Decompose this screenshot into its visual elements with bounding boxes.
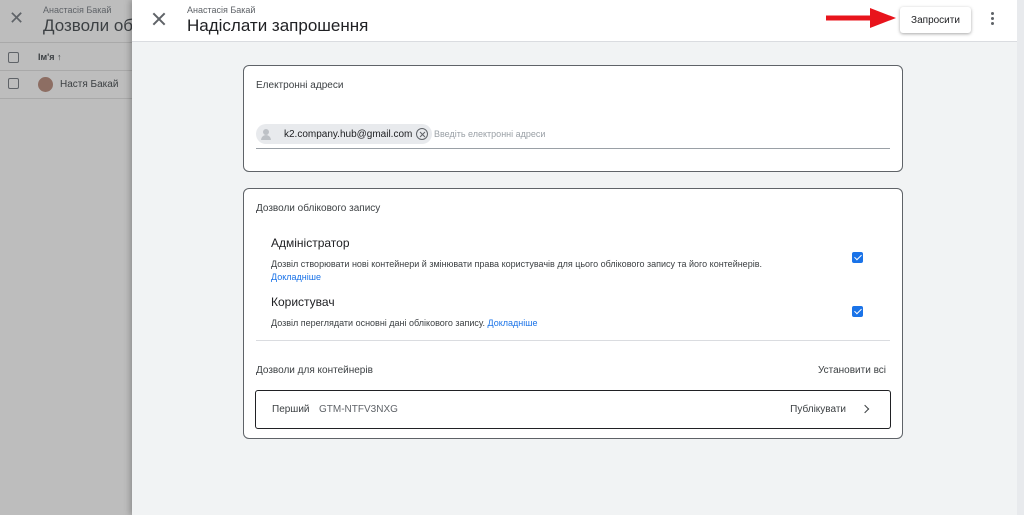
select-all-checkbox — [8, 52, 19, 63]
container-permission: Публікувати — [790, 404, 846, 415]
scrollbar[interactable] — [1017, 0, 1024, 515]
person-icon — [258, 126, 274, 142]
email-chip[interactable]: k2.company.hub@gmail.com — [256, 124, 433, 144]
container-permissions-label: Дозволи для контейнерів — [256, 365, 373, 376]
email-chip-text: k2.company.hub@gmail.com — [284, 128, 413, 140]
close-icon[interactable] — [151, 11, 167, 27]
role-title: Користувач — [271, 295, 335, 309]
user-name: Настя Бакай — [60, 79, 119, 90]
avatar — [38, 77, 53, 92]
role-description-text: Дозвіл переглядати основні дані обліково… — [271, 318, 485, 328]
role-description-text: Дозвіл створювати нові контейнери й змін… — [271, 259, 762, 269]
breadcrumb: Анастасія Бакай — [187, 5, 256, 15]
column-header-name: Ім'я ↑ — [38, 52, 62, 62]
permissions-card: Дозволи облікового запису Адміністратор … — [243, 188, 903, 439]
learn-more-link[interactable]: Докладніше — [488, 318, 538, 328]
email-input[interactable] — [434, 126, 884, 142]
red-arrow-annotation — [826, 8, 896, 28]
remove-chip-icon[interactable] — [416, 128, 429, 140]
role-description: Дозвіл переглядати основні дані обліково… — [271, 317, 781, 330]
panel-header: Анастасія Бакай Надіслати запрошення Зап… — [132, 0, 1017, 42]
page-title: Надіслати запрошення — [187, 16, 369, 35]
role-description: Дозвіл створювати нові контейнери й змін… — [271, 258, 781, 284]
row-checkbox — [8, 78, 19, 89]
background-header: ✕ Анастасія Бакай Дозволи облікового зап… — [0, 0, 254, 42]
user-checkbox[interactable] — [852, 306, 863, 317]
background-close-icon: ✕ — [9, 8, 25, 28]
learn-more-link[interactable]: Докладніше — [271, 272, 321, 282]
emails-label: Електронні адреси — [256, 80, 344, 91]
divider — [256, 340, 890, 341]
role-title: Адміністратор — [271, 236, 350, 250]
divider — [0, 42, 132, 43]
container-name: Перший — [272, 404, 310, 415]
divider — [0, 98, 132, 99]
set-all-button[interactable]: Установити всі — [818, 365, 886, 376]
role-user: Користувач Дозвіл переглядати основні да… — [271, 295, 781, 330]
container-row[interactable]: Перший GTM-NTFV3NXG Публікувати — [255, 390, 891, 429]
invite-panel: Анастасія Бакай Надіслати запрошення Зап… — [132, 0, 1024, 515]
chevron-right-icon — [860, 404, 870, 414]
account-permissions-label: Дозволи облікового запису — [256, 203, 381, 214]
divider — [0, 70, 132, 71]
background-account-name: Анастасія Бакай — [43, 5, 112, 15]
emails-card: Електронні адреси k2.company.hub@gmail.c… — [243, 65, 903, 172]
input-underline — [256, 148, 890, 149]
admin-checkbox[interactable] — [852, 252, 863, 263]
container-id: GTM-NTFV3NXG — [319, 404, 398, 415]
more-vert-icon[interactable] — [987, 10, 997, 30]
invite-button[interactable]: Запросити — [900, 7, 971, 33]
role-admin: Адміністратор Дозвіл створювати нові кон… — [271, 236, 781, 284]
